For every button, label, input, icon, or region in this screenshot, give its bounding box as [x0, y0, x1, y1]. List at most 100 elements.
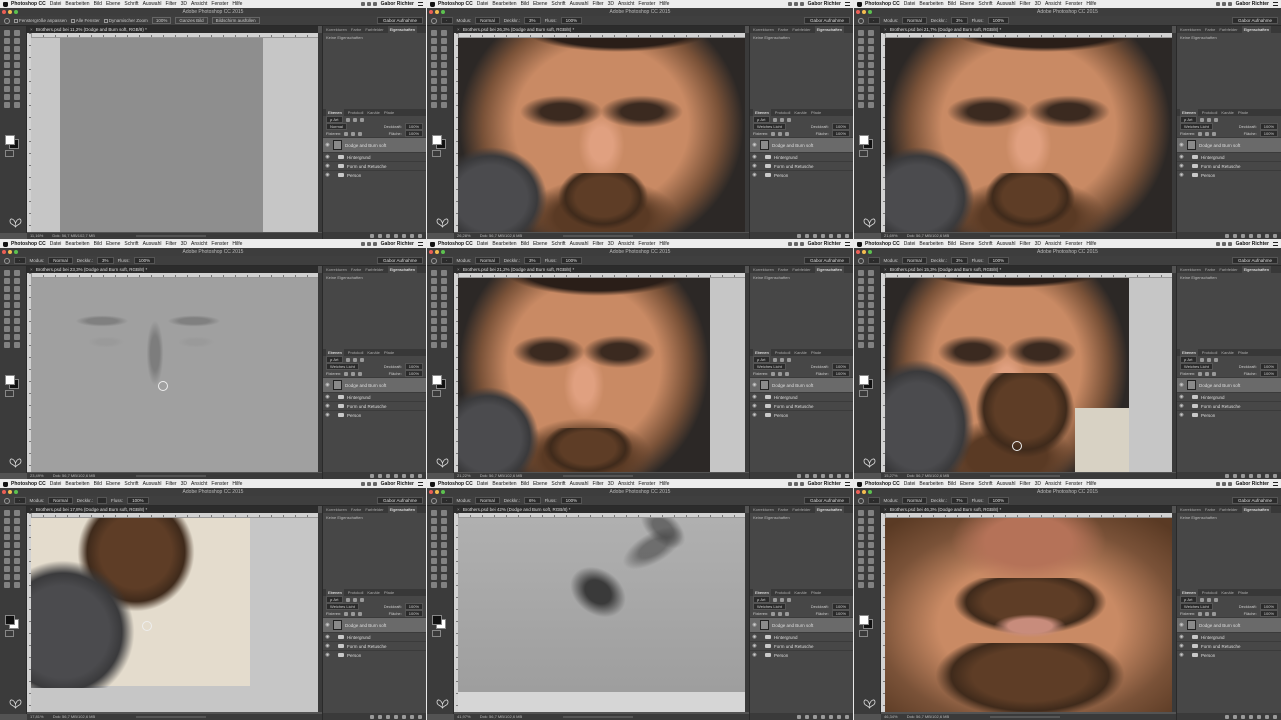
eraser-tool-icon[interactable] — [431, 70, 437, 76]
filter-adjust-icon[interactable] — [779, 117, 784, 122]
menu-filter[interactable]: Filter — [592, 1, 603, 7]
tab-farbe[interactable]: Farbe — [1205, 266, 1215, 273]
menu-ebene[interactable]: Ebene — [533, 241, 547, 247]
quick-mask-button[interactable] — [5, 390, 14, 397]
visibility-eye-icon[interactable]: ◉ — [323, 142, 332, 148]
foreground-color-swatch[interactable] — [5, 615, 15, 625]
tab-farbe[interactable]: Farbe — [351, 506, 361, 513]
lock-all-icon[interactable] — [785, 611, 790, 616]
tab-pfade[interactable]: Pfade — [1238, 109, 1248, 116]
gradient-tool-icon[interactable] — [441, 70, 447, 76]
layer-style-icon[interactable] — [1233, 233, 1237, 238]
lock-pixels-icon[interactable] — [771, 611, 776, 616]
lock-position-icon[interactable] — [778, 371, 783, 376]
visibility-eye-icon[interactable]: ◉ — [1177, 382, 1186, 388]
horizontal-scrollbar[interactable] — [990, 715, 1061, 718]
menu-fenster[interactable]: Fenster — [211, 241, 228, 247]
filter-pixel-icon[interactable] — [345, 597, 350, 602]
marquee-tool-icon[interactable] — [14, 510, 20, 516]
menu-hilfe[interactable]: Hilfe — [1086, 1, 1096, 7]
menu-bearbeiten[interactable]: Bearbeiten — [919, 1, 943, 7]
tab-eigenschaften[interactable]: Eigenschaften — [1241, 26, 1271, 33]
menu-fenster[interactable]: Fenster — [638, 481, 655, 487]
menu-bearbeiten[interactable]: Bearbeiten — [919, 481, 943, 487]
mode-select[interactable]: Normal — [902, 497, 927, 504]
apple-icon[interactable] — [430, 241, 435, 247]
layer-row-hintergrund[interactable]: ◉ Hintergrund — [750, 632, 853, 641]
crop-tool-icon[interactable] — [858, 526, 864, 532]
path-select-tool-icon[interactable] — [4, 94, 10, 100]
lock-position-icon[interactable] — [1205, 371, 1210, 376]
menu-app-name[interactable]: Photoshop CC — [11, 241, 46, 247]
mode-select[interactable]: Normal — [475, 17, 500, 24]
lock-all-icon[interactable] — [358, 131, 363, 136]
workspace-select[interactable]: Gabor Aufnahme — [376, 17, 423, 24]
image-canvas[interactable] — [458, 278, 745, 472]
apple-icon[interactable] — [3, 1, 8, 7]
menu-app-name[interactable]: Photoshop CC — [11, 481, 46, 487]
layer-opacity-field[interactable]: 100% — [831, 363, 850, 370]
gradient-tool-icon[interactable] — [868, 310, 874, 316]
hand-tool-icon[interactable] — [431, 582, 437, 588]
menu-fenster[interactable]: Fenster — [638, 241, 655, 247]
close-document-icon[interactable]: × — [30, 27, 33, 32]
zoom-window-icon[interactable] — [441, 250, 445, 254]
layer-mask-icon[interactable] — [1241, 714, 1245, 719]
visibility-eye-icon[interactable]: ◉ — [323, 172, 332, 178]
tab-ebenen[interactable]: Ebenen — [1180, 589, 1198, 596]
gradient-tool-icon[interactable] — [14, 70, 20, 76]
tab-kanaele[interactable]: Kanäle — [367, 109, 379, 116]
move-tool-icon[interactable] — [431, 270, 437, 276]
lock-position-icon[interactable] — [351, 611, 356, 616]
tab-farbe[interactable]: Farbe — [778, 26, 788, 33]
filter-adjust-icon[interactable] — [352, 357, 357, 362]
tray-icon[interactable] — [1215, 2, 1220, 6]
delete-layer-icon[interactable] — [418, 714, 422, 719]
tab-korrekturen[interactable]: Korrekturen — [753, 266, 774, 273]
workspace-select[interactable]: Gabor Aufnahme — [803, 17, 850, 24]
layer-row-dodge-burn[interactable]: ◉ Dodge and Burn soft — [1177, 617, 1281, 632]
menu-filter[interactable]: Filter — [165, 1, 176, 7]
eraser-tool-icon[interactable] — [858, 310, 864, 316]
layer-row-hintergrund[interactable]: ◉ Hintergrund — [1177, 152, 1281, 161]
lock-all-icon[interactable] — [785, 371, 790, 376]
menu-app-name[interactable]: Photoshop CC — [438, 1, 473, 7]
tab-pfade[interactable]: Pfade — [384, 349, 394, 356]
visibility-eye-icon[interactable]: ◉ — [750, 652, 759, 658]
eyedropper-tool-icon[interactable] — [868, 286, 874, 292]
foreground-color-swatch[interactable] — [859, 375, 869, 385]
layer-row-dodge-burn[interactable]: ◉ Dodge and Burn soft — [1177, 377, 1281, 392]
gradient-tool-icon[interactable] — [14, 310, 20, 316]
brush-tool-icon[interactable] — [868, 534, 874, 540]
close-window-icon[interactable] — [856, 10, 860, 14]
type-tool-icon[interactable] — [868, 566, 874, 572]
layer-row-dodge-burn[interactable]: ◉ Dodge and Burn soft — [323, 137, 426, 152]
wifi-icon[interactable] — [1221, 242, 1226, 246]
blend-mode-select[interactable]: Weiches Licht — [753, 603, 786, 610]
menu-app-name[interactable]: Photoshop CC — [865, 241, 900, 247]
tab-kanaele[interactable]: Kanäle — [794, 349, 806, 356]
new-layer-icon[interactable] — [837, 473, 841, 478]
apple-icon[interactable] — [3, 481, 8, 487]
close-window-icon[interactable] — [429, 10, 433, 14]
stamp-tool-icon[interactable] — [431, 542, 437, 548]
type-tool-icon[interactable] — [868, 86, 874, 92]
notification-center-icon[interactable] — [1273, 2, 1278, 6]
visibility-eye-icon[interactable]: ◉ — [1177, 172, 1186, 178]
menu-schrift[interactable]: Schrift — [551, 1, 565, 7]
hand-tool-icon[interactable] — [4, 582, 10, 588]
tab-kanaele[interactable]: Kanäle — [794, 109, 806, 116]
menu-fenster[interactable]: Fenster — [1065, 1, 1082, 7]
lock-all-icon[interactable] — [1212, 371, 1217, 376]
tab-eigenschaften[interactable]: Eigenschaften — [814, 266, 844, 273]
gradient-tool-icon[interactable] — [868, 70, 874, 76]
visibility-eye-icon[interactable]: ◉ — [323, 163, 332, 169]
zoom-tool-icon[interactable] — [441, 102, 447, 108]
brush-preset-picker[interactable]: · — [441, 257, 453, 264]
zoom-level[interactable]: 17,81% — [30, 714, 44, 719]
filter-type-icon[interactable] — [359, 597, 364, 602]
stamp-tool-icon[interactable] — [431, 302, 437, 308]
shape-tool-icon[interactable] — [14, 574, 20, 580]
tray-icon[interactable] — [787, 242, 792, 246]
stamp-tool-icon[interactable] — [4, 542, 10, 548]
